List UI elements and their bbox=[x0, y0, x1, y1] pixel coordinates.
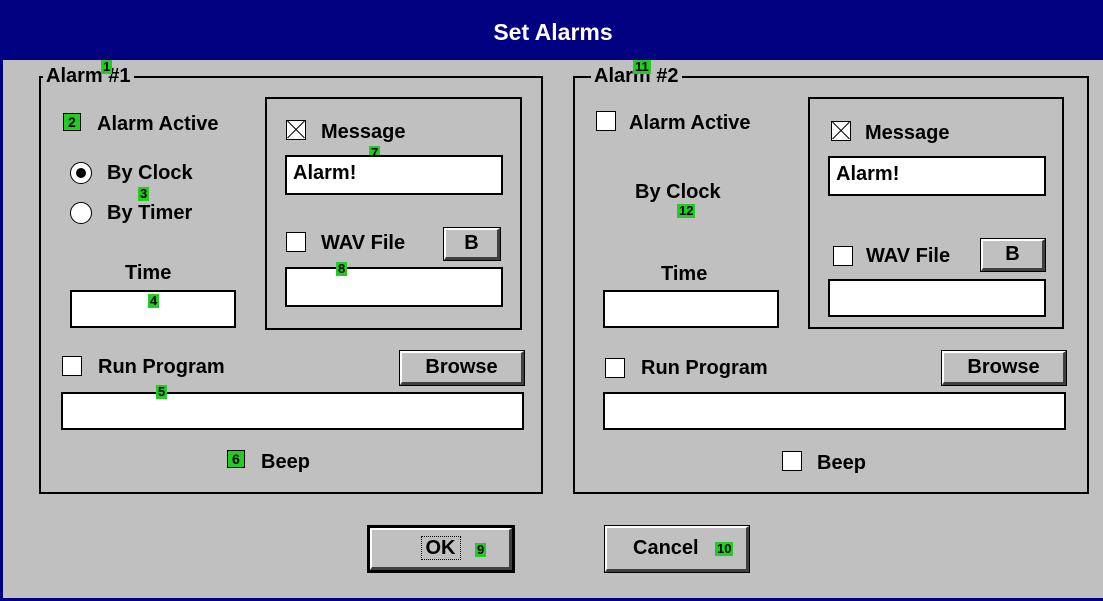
marker-badge: 1 bbox=[101, 59, 113, 74]
alarm1-group-label: Alarm #1 bbox=[43, 66, 134, 86]
ok-button[interactable]: OK bbox=[369, 527, 513, 571]
marker-badge: 5 bbox=[156, 384, 168, 399]
alarm2-active-checkbox[interactable] bbox=[596, 111, 616, 131]
alarm1-by-timer-label: By Timer bbox=[107, 202, 193, 224]
alarm2-time-label: Time bbox=[661, 263, 708, 285]
marker-badge: 3 bbox=[138, 186, 150, 201]
alarm1-time-label: Time bbox=[125, 262, 172, 284]
alarm2-wav-input[interactable] bbox=[828, 279, 1046, 317]
alarm2-beep-label: Beep bbox=[817, 452, 866, 474]
alarm1-beep-checkbox[interactable]: 6 bbox=[227, 450, 245, 468]
alarm2-wav-browse-button[interactable]: B bbox=[980, 238, 1046, 272]
alarm1-message-checkbox[interactable] bbox=[286, 120, 306, 140]
alarm2-browse-button[interactable]: Browse bbox=[941, 350, 1067, 386]
alarm1-browse-button[interactable]: Browse bbox=[399, 350, 525, 386]
alarm1-run-program-label: Run Program bbox=[98, 356, 225, 378]
alarm2-program-input[interactable] bbox=[603, 392, 1066, 430]
alarm1-run-program-checkbox[interactable] bbox=[62, 356, 82, 376]
set-alarms-dialog: Set Alarms Alarm #1 1 2 Alarm Active By … bbox=[0, 0, 1103, 601]
marker-badge: 4 bbox=[148, 293, 160, 308]
alarm1-wav-input[interactable] bbox=[285, 267, 503, 307]
alarm2-message-input[interactable]: Alarm! bbox=[828, 156, 1046, 196]
alarm2-by-clock-label: By Clock bbox=[635, 181, 721, 203]
marker-badge: 11 bbox=[633, 59, 651, 74]
alarm1-message-label: Message bbox=[321, 121, 406, 143]
alarm2-beep-checkbox[interactable] bbox=[782, 451, 802, 471]
alarm2-run-program-label: Run Program bbox=[641, 357, 768, 379]
alarm2-active-label: Alarm Active bbox=[629, 112, 751, 134]
marker-badge: 9 bbox=[475, 542, 487, 557]
alarm1-by-clock-label: By Clock bbox=[107, 162, 193, 184]
alarm1-wav-label: WAV File bbox=[321, 232, 406, 254]
marker-badge: 12 bbox=[677, 203, 696, 218]
alarm2-message-label: Message bbox=[865, 122, 950, 144]
alarm1-program-input[interactable] bbox=[61, 392, 524, 430]
alarm2-run-program-checkbox[interactable] bbox=[605, 358, 625, 378]
alarm1-message-input[interactable]: Alarm! bbox=[285, 155, 503, 195]
alarm2-time-input[interactable] bbox=[603, 290, 779, 328]
alarm1-active-checkbox[interactable]: 2 bbox=[63, 113, 81, 131]
alarm2-message-checkbox[interactable] bbox=[831, 121, 851, 141]
marker-badge: 10 bbox=[715, 541, 734, 556]
alarm2-wav-checkbox[interactable] bbox=[833, 246, 853, 266]
alarm1-by-timer-radio[interactable] bbox=[70, 202, 92, 224]
alarm2-wav-label: WAV File bbox=[866, 245, 951, 267]
alarm1-by-clock-radio[interactable] bbox=[70, 162, 92, 184]
title-bar: Set Alarms bbox=[3, 0, 1103, 60]
alarm1-wav-checkbox[interactable] bbox=[286, 232, 306, 252]
ok-button-label: OK bbox=[420, 536, 461, 560]
alarm1-active-label: Alarm Active bbox=[97, 113, 219, 135]
marker-badge: 8 bbox=[336, 261, 348, 276]
alarm1-beep-label: Beep bbox=[261, 451, 310, 473]
alarm1-wav-browse-button[interactable]: B bbox=[443, 227, 501, 261]
